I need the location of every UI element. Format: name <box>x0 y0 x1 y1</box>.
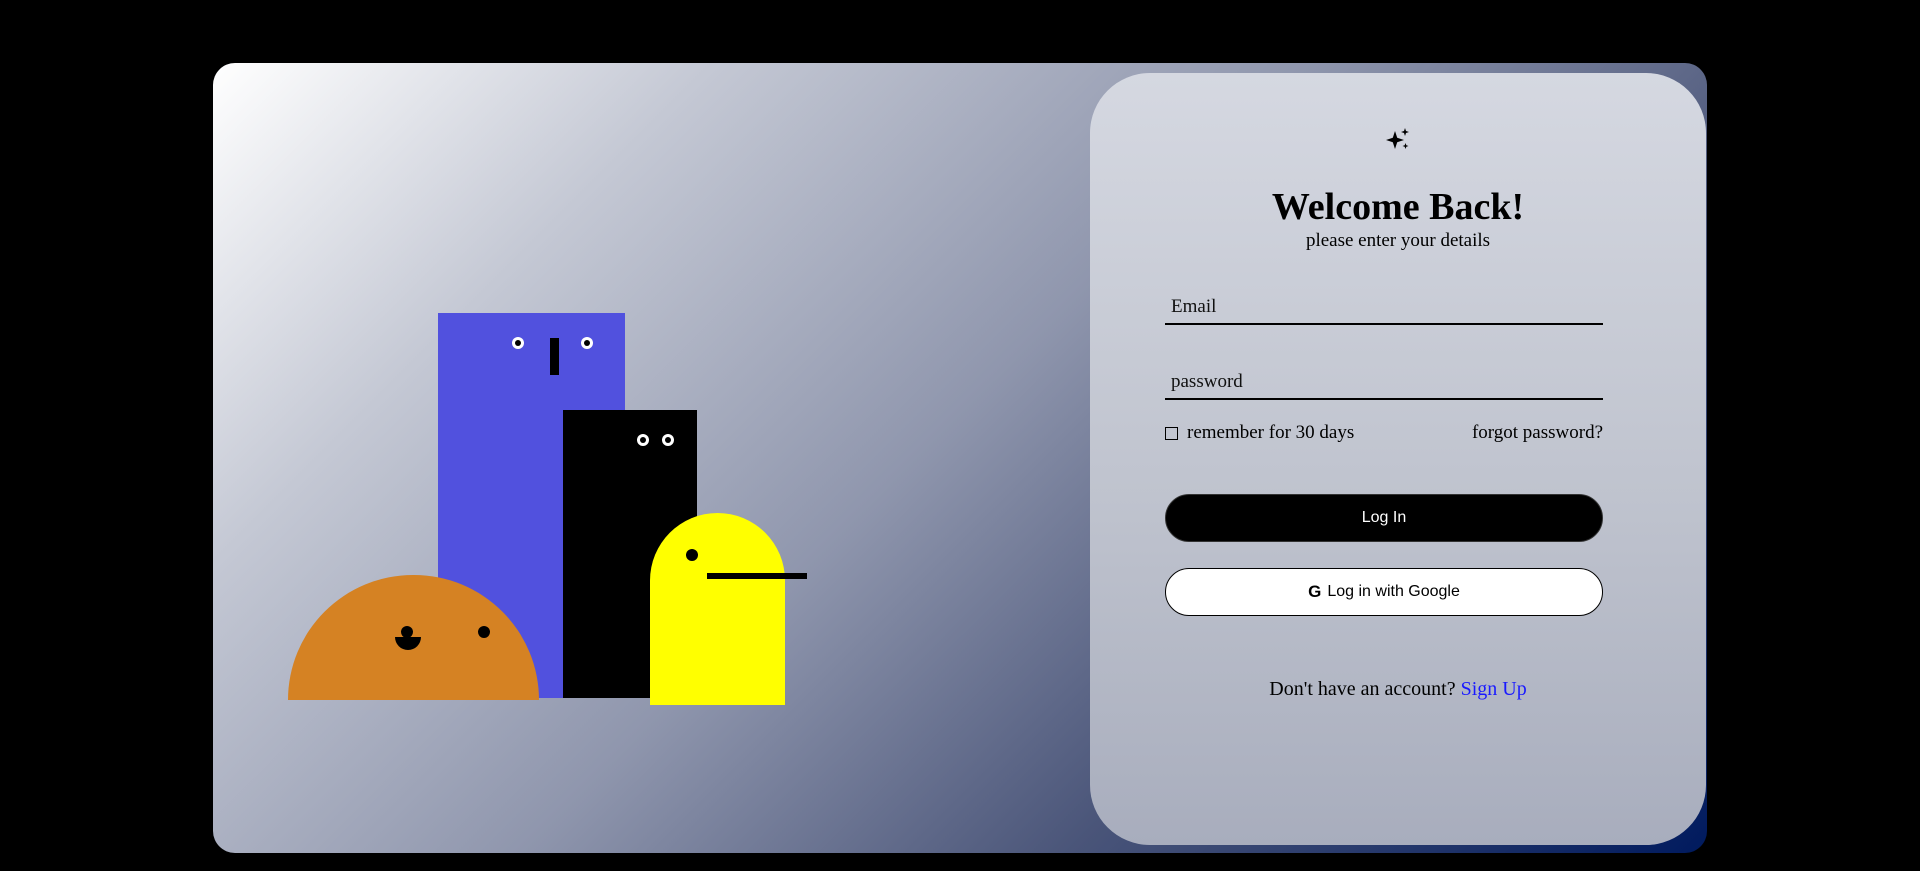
google-login-button[interactable]: G Log in with Google <box>1165 568 1603 616</box>
purple-left-eye <box>512 337 524 349</box>
black-left-eye <box>637 434 649 446</box>
login-panel: Welcome Back! please enter your details … <box>1090 73 1706 845</box>
email-input[interactable] <box>1165 291 1603 325</box>
yellow-character <box>650 513 807 705</box>
page-title: Welcome Back! <box>1271 186 1525 228</box>
login-button[interactable]: Log In <box>1165 494 1603 542</box>
remember-checkbox[interactable] <box>1165 426 1178 440</box>
signup-link[interactable]: Sign Up <box>1461 678 1527 700</box>
google-button-label: Log in with Google <box>1327 583 1460 600</box>
remember-me-row[interactable]: remember for 30 days <box>1165 422 1354 444</box>
orange-mouth <box>395 637 421 650</box>
yellow-eye <box>686 549 698 561</box>
forgot-password-link[interactable]: forgot password? <box>1472 422 1603 444</box>
orange-right-eye <box>478 626 490 638</box>
purple-mouth <box>550 338 559 375</box>
login-button-label: Log In <box>1361 509 1407 526</box>
sparkle-icon <box>1386 128 1409 149</box>
google-icon: G <box>1308 582 1322 601</box>
signup-prompt: Don't have an account? <box>1269 678 1456 700</box>
black-right-eye <box>662 434 674 446</box>
login-card: Welcome Back! please enter your details … <box>213 63 1707 853</box>
password-input[interactable] <box>1165 366 1603 400</box>
remember-label: remember for 30 days <box>1187 422 1355 443</box>
yellow-mouth <box>707 573 807 579</box>
signup-row: Don't have an account? Sign Up <box>1090 678 1706 701</box>
page-subtitle: please enter your details <box>1305 230 1491 251</box>
purple-right-eye <box>581 337 593 349</box>
